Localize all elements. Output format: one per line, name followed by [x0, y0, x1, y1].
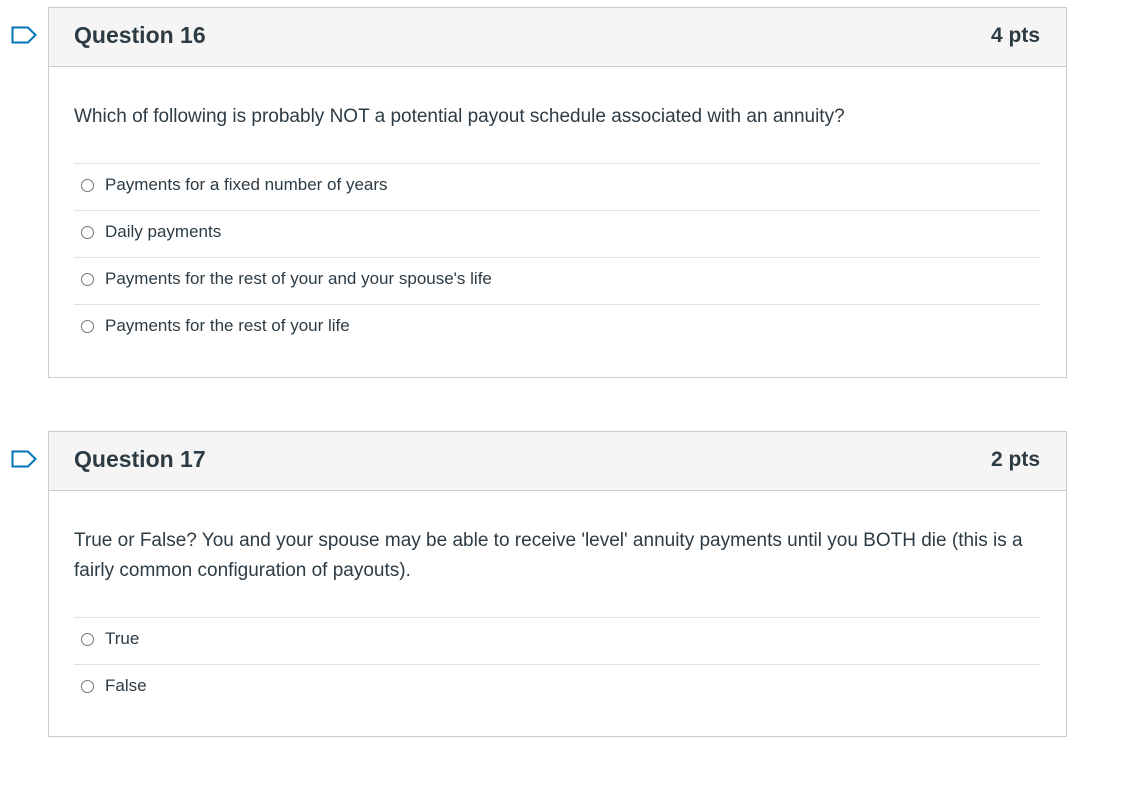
answer-option[interactable]: Daily payments [74, 211, 1040, 258]
answer-option[interactable]: Payments for the rest of your life [74, 305, 1040, 351]
question-body: Which of following is probably NOT a pot… [49, 67, 1066, 351]
answer-label[interactable]: Daily payments [105, 222, 221, 242]
question-16-card: Question 16 4 pts Which of following is … [11, 7, 1067, 378]
radio-button-icon[interactable] [81, 320, 94, 333]
answer-label[interactable]: True [105, 629, 139, 649]
answer-list: Payments for a fixed number of years Dai… [74, 163, 1040, 351]
answer-label[interactable]: Payments for the rest of your life [105, 316, 350, 336]
bookmark-flag-icon[interactable] [11, 450, 37, 468]
question-points: 2 pts [990, 448, 1040, 471]
question-header: Question 17 2 pts [49, 432, 1066, 491]
question-text: Which of following is probably NOT a pot… [74, 106, 845, 127]
question-points: 4 pts [990, 24, 1040, 47]
question-text: True or False? You and your spouse may b… [74, 530, 1023, 581]
question-header: Question 16 4 pts [49, 8, 1066, 67]
answer-list: True False [74, 617, 1040, 711]
radio-button-icon[interactable] [81, 633, 94, 646]
radio-button-icon[interactable] [81, 273, 94, 286]
radio-button-icon[interactable] [81, 680, 94, 693]
answer-option[interactable]: Payments for a fixed number of years [74, 164, 1040, 211]
radio-button-icon[interactable] [81, 179, 94, 192]
question-17-card: Question 17 2 pts True or False? You and… [11, 431, 1067, 737]
answer-option[interactable]: True [74, 618, 1040, 665]
question-body: True or False? You and your spouse may b… [49, 491, 1066, 711]
answer-label[interactable]: False [105, 676, 147, 696]
question-title: Question 17 [74, 446, 206, 472]
answer-label[interactable]: Payments for the rest of your and your s… [105, 269, 492, 289]
question-title: Question 16 [74, 22, 206, 48]
radio-button-icon[interactable] [81, 226, 94, 239]
answer-option[interactable]: Payments for the rest of your and your s… [74, 258, 1040, 305]
bookmark-flag-icon[interactable] [11, 26, 37, 44]
answer-label[interactable]: Payments for a fixed number of years [105, 175, 388, 195]
answer-option[interactable]: False [74, 665, 1040, 711]
